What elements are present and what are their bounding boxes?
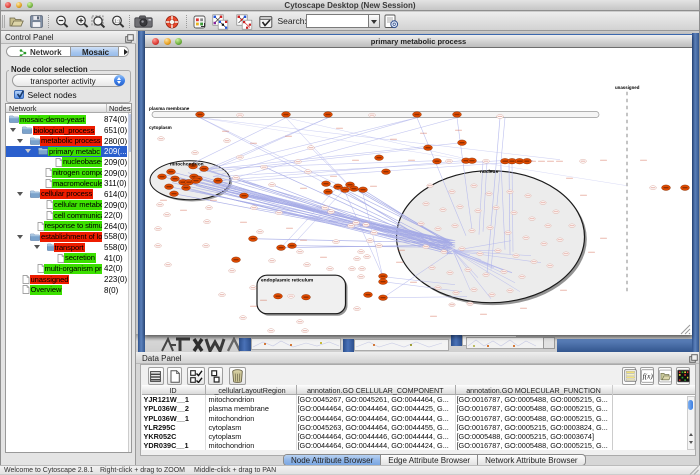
svg-text:nucleus: nucleus <box>480 169 498 175</box>
svg-text:f(x): f(x) <box>642 371 653 380</box>
svg-text:plasma membrane: plasma membrane <box>149 105 190 110</box>
svg-text:cytoplasm: cytoplasm <box>149 125 172 130</box>
svg-text:1:1: 1:1 <box>114 18 121 23</box>
svg-text:mitochondrion: mitochondrion <box>170 161 204 167</box>
svg-text:endoplasmic reticulum: endoplasmic reticulum <box>261 277 313 283</box>
svg-text:unassigned: unassigned <box>615 85 640 90</box>
